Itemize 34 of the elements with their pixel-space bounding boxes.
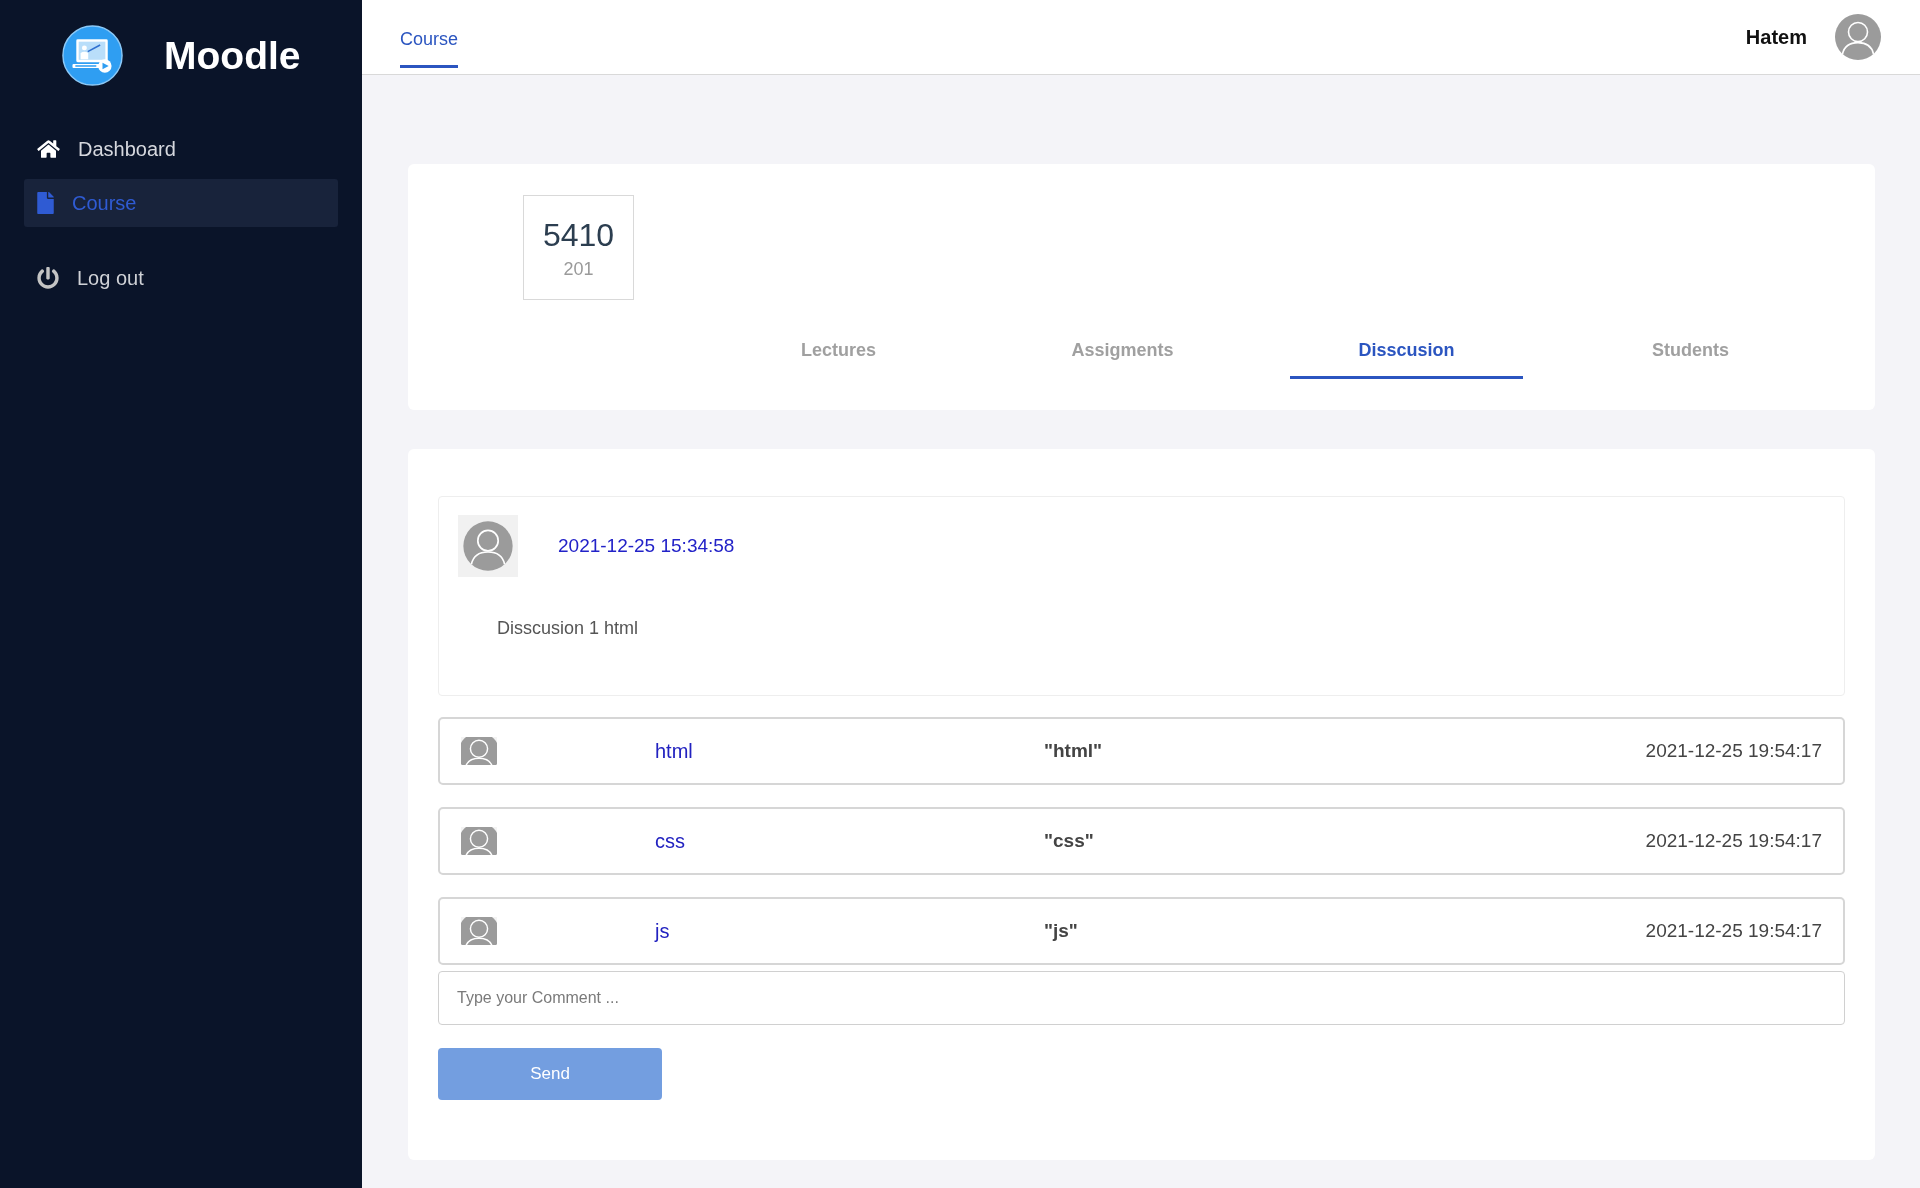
presentation-logo-icon — [62, 25, 123, 86]
user-avatar — [1834, 13, 1882, 61]
course-code: 5410 — [542, 215, 615, 254]
post-avatar — [458, 515, 518, 577]
sidebar-item[interactable]: Course — [24, 179, 338, 227]
comment-text: "css" — [1044, 828, 1094, 853]
section-tab[interactable]: Disscusion — [1290, 322, 1523, 379]
comment-input[interactable]: Type your Comment ... — [438, 971, 1845, 1025]
comment-date: 2021-12-25 19:54:17 — [1645, 738, 1822, 763]
file-icon — [37, 192, 54, 214]
comment-text: "html" — [1044, 738, 1103, 763]
comment-author: js — [655, 919, 670, 944]
home-icon — [37, 139, 60, 159]
comment-text: "js" — [1044, 918, 1078, 943]
send-button[interactable]: Send — [438, 1048, 662, 1100]
section-tab[interactable]: Assigments — [1006, 322, 1239, 379]
section-tab[interactable]: Students — [1574, 322, 1807, 379]
post-text: Disscusion 1 html — [497, 617, 639, 640]
post-date: 2021-12-25 15:34:58 — [558, 533, 735, 558]
brand-name: Moodle — [164, 32, 301, 79]
commenter-avatar — [461, 917, 497, 945]
sidebar-item[interactable]: Dashboard — [24, 125, 338, 173]
power-icon — [37, 267, 59, 289]
course-section: 201 — [563, 257, 594, 280]
comment-author: html — [655, 739, 693, 764]
commenter-avatar — [461, 737, 497, 765]
nav-tab[interactable]: Course — [400, 0, 459, 68]
section-tab[interactable]: Lectures — [722, 322, 955, 379]
logout-button[interactable]: Log out — [24, 254, 338, 302]
commenter-avatar — [461, 827, 497, 855]
comment-date: 2021-12-25 19:54:17 — [1645, 918, 1822, 943]
comment-author: css — [655, 829, 685, 854]
user-name: Hatem — [1745, 25, 1807, 50]
comment-date: 2021-12-25 19:54:17 — [1645, 828, 1822, 853]
